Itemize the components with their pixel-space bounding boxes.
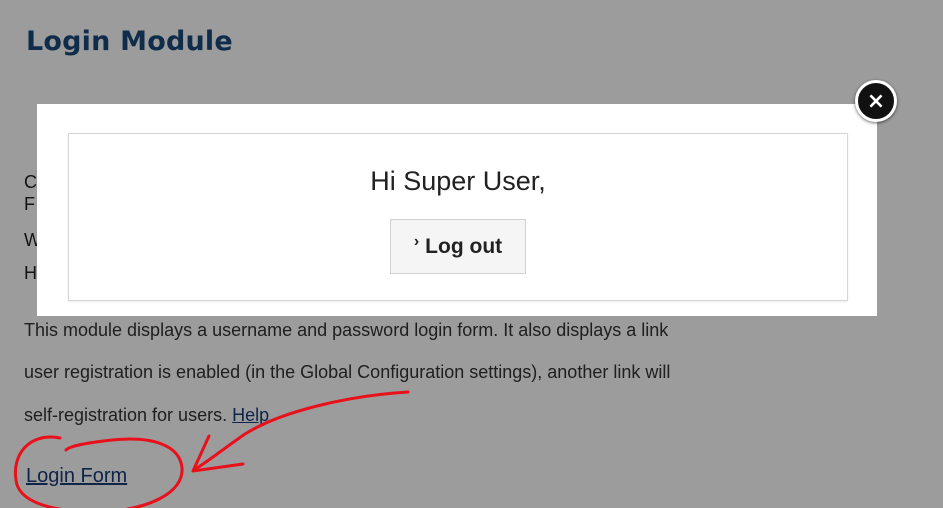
modal-panel: Hi Super User, › Log out (68, 133, 848, 301)
close-icon[interactable]: × (855, 80, 897, 122)
logout-label: Log out (425, 234, 503, 258)
greeting-text: Hi Super User, (370, 166, 546, 196)
user-modal: Hi Super User, › Log out (37, 104, 877, 316)
logout-button[interactable]: › Log out (390, 219, 526, 274)
chevron-right-icon: › (413, 232, 420, 250)
